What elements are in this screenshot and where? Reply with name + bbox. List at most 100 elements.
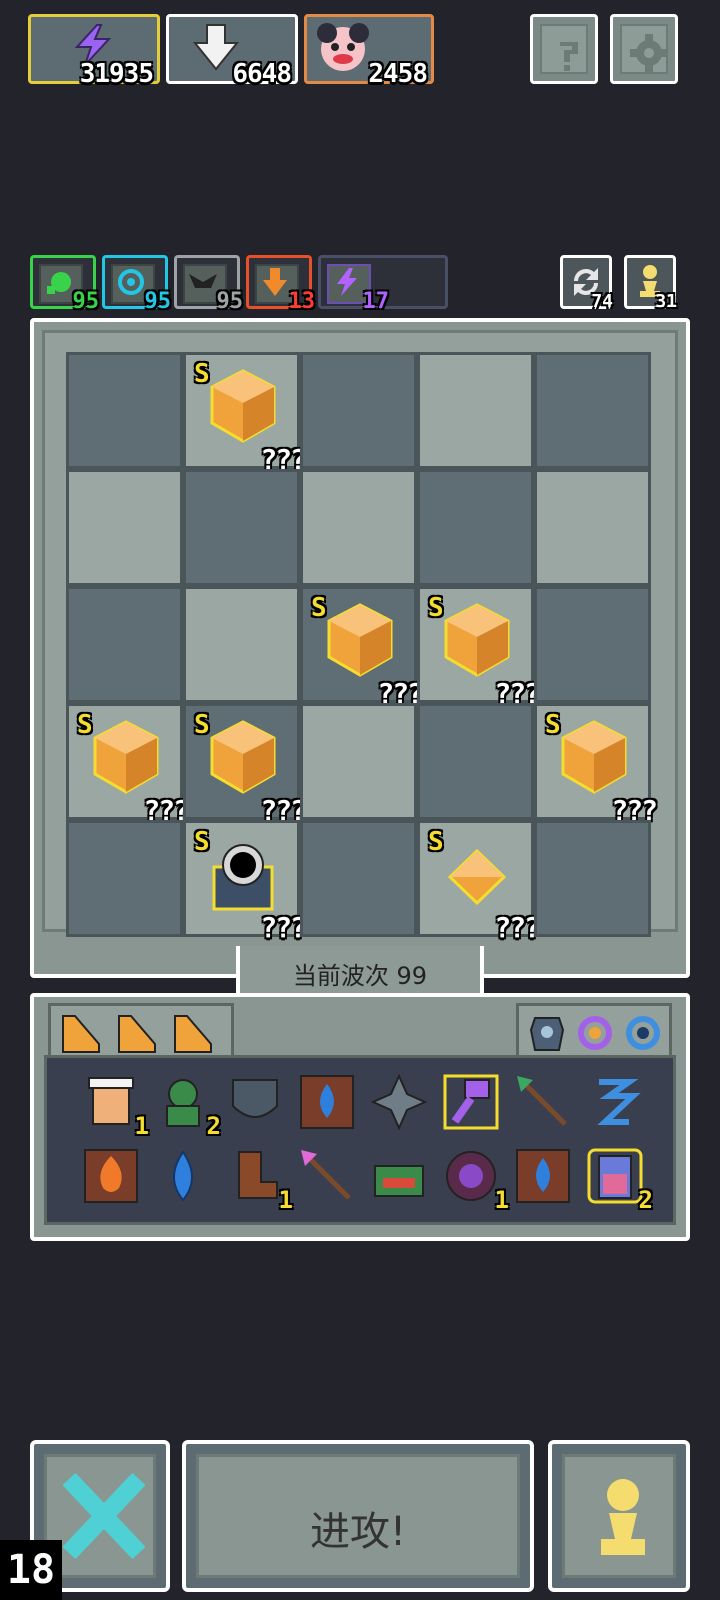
item-purple-hammer[interactable] xyxy=(441,1072,501,1132)
board-cell[interactable]: S??? xyxy=(183,820,307,944)
board-cell[interactable] xyxy=(417,703,534,820)
board-cell[interactable] xyxy=(534,352,651,469)
board-cell[interactable] xyxy=(66,469,183,586)
item-count: 1 xyxy=(134,1112,149,1140)
board-cell[interactable] xyxy=(300,703,417,820)
stat-red: 13 xyxy=(246,255,315,314)
board-cell[interactable]: S??? xyxy=(183,352,307,476)
water-drop-icon xyxy=(173,1150,193,1202)
resource-arrow[interactable]: 6648 xyxy=(166,14,298,89)
item-shuriken[interactable] xyxy=(369,1072,429,1132)
help-button-face xyxy=(540,24,588,74)
item-goblin[interactable]: 2 xyxy=(153,1072,221,1140)
refresh-count: 74 xyxy=(591,291,613,312)
settings-button[interactable] xyxy=(610,14,678,84)
stat-purple-value: 17 xyxy=(362,289,390,314)
item-fire-tile[interactable] xyxy=(81,1146,141,1206)
item-blue-serpent[interactable] xyxy=(585,1072,645,1132)
board-cell[interactable]: S??? xyxy=(417,586,541,710)
amber-gem-unit[interactable] xyxy=(559,720,629,794)
item-potion[interactable]: 2 xyxy=(585,1146,653,1214)
board-cell[interactable] xyxy=(66,586,183,703)
amber-gem-unit[interactable] xyxy=(442,603,512,677)
stat-red-value: 13 xyxy=(288,289,316,314)
counter-badge: 18 xyxy=(0,1540,62,1600)
refresh-stat[interactable]: 74 xyxy=(560,255,613,312)
armor-relic-icon[interactable] xyxy=(527,1012,567,1054)
chest-icon xyxy=(374,1165,424,1197)
item-water-drop[interactable] xyxy=(153,1146,213,1206)
amber-gem-icon xyxy=(93,720,159,794)
item-chest[interactable] xyxy=(369,1146,429,1206)
amber-gem-unit[interactable] xyxy=(91,720,161,794)
rank-badge: S xyxy=(194,827,210,857)
board-cell[interactable]: S??? xyxy=(183,703,307,827)
gear-icon xyxy=(630,34,668,72)
rank-badge: S xyxy=(428,593,444,623)
attack-label: 进攻! xyxy=(309,1509,407,1555)
board-cell[interactable] xyxy=(183,586,300,703)
board-cell[interactable] xyxy=(300,820,417,937)
item-green-arrow[interactable] xyxy=(513,1072,573,1132)
amber-gem-unit[interactable] xyxy=(208,369,278,443)
amber-gem-icon xyxy=(444,603,510,677)
arrow-count: 6648 xyxy=(232,59,292,89)
inventory-panel: 1 2 1 1 2 xyxy=(30,993,690,1241)
amber-gem-unit[interactable] xyxy=(442,837,512,911)
card-slots xyxy=(48,1003,234,1063)
stat-purple: 17 xyxy=(318,255,448,314)
board-cell[interactable] xyxy=(300,469,417,586)
amber-gem-icon xyxy=(447,848,507,906)
resource-portrait[interactable]: 2458 xyxy=(304,14,434,89)
clown-portrait-icon xyxy=(317,23,369,71)
resource-lightning[interactable]: 31935 xyxy=(28,14,160,89)
demon-icon xyxy=(446,1151,496,1201)
attack-button-face: 进攻! xyxy=(196,1454,520,1578)
item-count: 2 xyxy=(638,1186,653,1214)
attack-button[interactable]: 进攻! xyxy=(182,1440,534,1592)
item-shield[interactable] xyxy=(225,1072,285,1132)
card-icon xyxy=(174,1015,212,1053)
board-cell[interactable] xyxy=(534,469,651,586)
pawn-count: 31 xyxy=(655,291,677,312)
battle-grid[interactable]: S??? S??? S??? S??? S??? S??? S??? S??? xyxy=(66,352,658,944)
board-cell[interactable]: S??? xyxy=(300,586,424,710)
item-demon[interactable]: 1 xyxy=(441,1146,509,1214)
purple-ring-icon[interactable] xyxy=(575,1012,615,1054)
board-cell[interactable]: S??? xyxy=(534,703,658,827)
board-cell[interactable] xyxy=(300,352,417,469)
unknown-label: ??? xyxy=(260,911,307,944)
item-scroll[interactable]: 1 xyxy=(81,1072,149,1140)
scroll-icon xyxy=(88,1077,134,1125)
cannon-unit[interactable] xyxy=(208,837,278,911)
board-cell[interactable] xyxy=(66,820,183,937)
stat-grey-value: 95 xyxy=(216,289,244,314)
pawn-stat[interactable]: 31 xyxy=(624,255,677,312)
item-pink-arrow[interactable] xyxy=(297,1146,357,1206)
pawn-button-face xyxy=(562,1454,676,1578)
board-cell[interactable] xyxy=(66,352,183,469)
board-cell[interactable] xyxy=(417,352,534,469)
item-water-tile[interactable] xyxy=(297,1072,357,1132)
help-button[interactable] xyxy=(530,14,598,84)
amber-gem-unit[interactable] xyxy=(325,603,395,677)
rank-badge: S xyxy=(428,827,444,857)
board-cell[interactable] xyxy=(534,586,651,703)
boot-icon xyxy=(238,1151,278,1199)
amber-gem-unit[interactable] xyxy=(208,720,278,794)
board-cell[interactable]: S??? xyxy=(66,703,190,827)
board-cell[interactable] xyxy=(534,820,651,937)
stat-green-value: 95 xyxy=(72,289,100,314)
blue-ring-icon[interactable] xyxy=(623,1012,663,1054)
item-boot[interactable]: 1 xyxy=(225,1146,293,1214)
rank-badge: S xyxy=(77,710,93,740)
board-cell[interactable]: S??? xyxy=(417,820,541,944)
pawn-button[interactable] xyxy=(548,1440,690,1592)
stat-cyan: 95 xyxy=(102,255,171,314)
board-cell[interactable] xyxy=(183,469,300,586)
board-cell[interactable] xyxy=(417,469,534,586)
fire-tile-icon xyxy=(84,1149,138,1203)
item-count: 1 xyxy=(278,1186,293,1214)
stat-green: 95 xyxy=(30,255,99,314)
item-water-tile-2[interactable]: 1 xyxy=(513,1146,573,1206)
